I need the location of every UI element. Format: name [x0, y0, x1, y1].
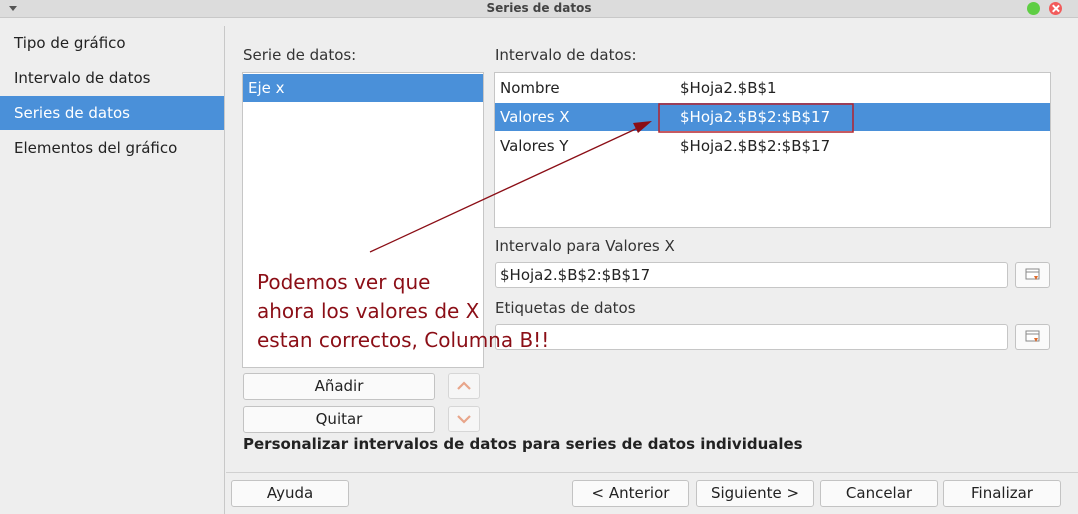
annotation-arrow	[369, 126, 641, 253]
back-button[interactable]: < Anterior	[572, 480, 689, 507]
finish-button[interactable]: Finalizar	[943, 480, 1061, 507]
highlight-box	[658, 103, 854, 133]
next-button[interactable]: Siguiente >	[696, 480, 814, 507]
help-button[interactable]: Ayuda	[231, 480, 349, 507]
help-note: Personalizar intervalos de datos para se…	[243, 435, 803, 453]
cancel-button[interactable]: Cancelar	[820, 480, 938, 507]
divider	[226, 472, 1078, 473]
arrow-head-icon	[633, 121, 652, 133]
